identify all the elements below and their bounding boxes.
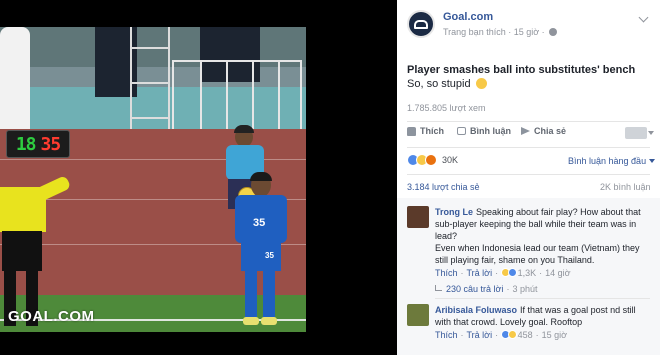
reaction-summary[interactable]: 30K	[407, 154, 458, 166]
share-label: Chia sẻ	[534, 126, 567, 136]
video-watermark: GOAL.COM	[8, 308, 95, 325]
angry-reaction-icon	[425, 154, 437, 166]
page-selector-icon[interactable]	[625, 127, 654, 139]
post-subtitle-text: So, so stupid	[407, 78, 471, 90]
comment-count[interactable]: 2K bình luận	[600, 182, 651, 192]
video-player[interactable]: 35 35 18 35 GOAL.COM	[0, 0, 397, 355]
comment-time: 14 giờ	[545, 268, 571, 278]
replies-time: 3 phút	[512, 284, 538, 294]
comment-like-button[interactable]: Thích	[435, 268, 458, 278]
like-button[interactable]: Thích	[407, 126, 444, 136]
globe-icon	[548, 28, 557, 36]
post-actions: Thích Bình luận Chia sẻ	[407, 126, 654, 144]
commenter-name[interactable]: Trong Le	[435, 207, 473, 217]
comments-section: Trong Le Speaking about fair play? How ab…	[397, 198, 660, 355]
substitution-board: 18 35	[6, 130, 70, 158]
comment-like-button[interactable]: Thích	[435, 330, 458, 340]
comment-sort-dropdown[interactable]: Bình luận hàng đầu	[568, 156, 656, 166]
comment-icon	[457, 127, 466, 135]
divider	[435, 298, 650, 299]
post-header: Goal.com Trang bạn thích · 15 giờ ·	[397, 0, 660, 50]
comment-button[interactable]: Bình luận	[457, 126, 511, 136]
comment-actions: Thích · Trả lời · 458 · 15 giờ	[435, 330, 568, 340]
comment-reply-button[interactable]: Trả lời	[467, 330, 493, 340]
guard-figure	[0, 27, 30, 132]
commenter-name[interactable]: Aribisala Foluwaso	[435, 305, 517, 315]
replies-count: 230 câu trả lời	[446, 284, 504, 294]
player-figure: 35 35	[233, 172, 289, 332]
like-reaction-icon	[508, 268, 518, 277]
divider	[407, 121, 650, 122]
comment-reply-button[interactable]: Trả lời	[467, 268, 493, 278]
comment-reaction-count: 1,3K	[517, 268, 537, 278]
board-out-number: 35	[40, 133, 62, 155]
share-count-link[interactable]: 3.184 lượt chia sẻ	[407, 182, 479, 192]
reaction-count: 30K	[442, 155, 459, 165]
comment-actions: Thích · Trả lời · 1,3K · 14 giờ	[435, 268, 571, 278]
reply-arrow-icon	[435, 285, 442, 291]
commenter-avatar[interactable]	[407, 304, 429, 326]
comment-time: 15 giờ	[541, 330, 568, 340]
haha-reaction-icon	[508, 330, 518, 339]
board-in-number: 18	[15, 133, 37, 155]
thumbs-up-icon	[407, 126, 416, 136]
comment-sort-label: Bình luận hàng đầu	[568, 156, 647, 166]
post-subtitle: So, so stupid	[407, 78, 487, 90]
view-count: 1.785.805 lượt xem	[407, 103, 486, 113]
share-arrow-icon	[521, 127, 530, 135]
player-shorts-number: 35	[265, 251, 274, 260]
divider	[407, 174, 650, 175]
comment-body: Aribisala Foluwaso If that was a goal pos…	[435, 304, 650, 340]
post-meta-text: Trang bạn thích · 15 giờ ·	[443, 27, 545, 37]
divider	[407, 147, 650, 148]
comment-label: Bình luận	[470, 126, 511, 136]
chevron-down-icon[interactable]	[637, 12, 651, 22]
commenter-avatar[interactable]	[407, 206, 429, 228]
post-title: Player smashes ball into substitutes' be…	[407, 64, 636, 76]
player-shirt-number: 35	[253, 217, 266, 229]
caret-down-icon	[649, 159, 656, 163]
comment-body: Trong Le Speaking about fair play? How ab…	[435, 206, 650, 278]
video-frame[interactable]: 35 35 18 35 GOAL.COM	[0, 27, 306, 332]
fourth-official-figure	[0, 157, 72, 332]
comment-text-continued: Even when Indonesia lead our team (Vietn…	[435, 243, 640, 265]
laughing-emoji-icon	[475, 78, 487, 89]
share-button[interactable]: Chia sẻ	[521, 126, 566, 136]
comment-reaction-count: 458	[517, 330, 533, 340]
like-label: Thích	[420, 126, 444, 136]
page-name-link[interactable]: Goal.com	[443, 11, 493, 23]
post-meta: Trang bạn thích · 15 giờ ·	[443, 27, 557, 37]
page-avatar[interactable]	[407, 10, 435, 38]
post-panel: Goal.com Trang bạn thích · 15 giờ · Play…	[397, 0, 660, 355]
view-replies-link[interactable]: 230 câu trả lời · 3 phút	[435, 284, 537, 294]
